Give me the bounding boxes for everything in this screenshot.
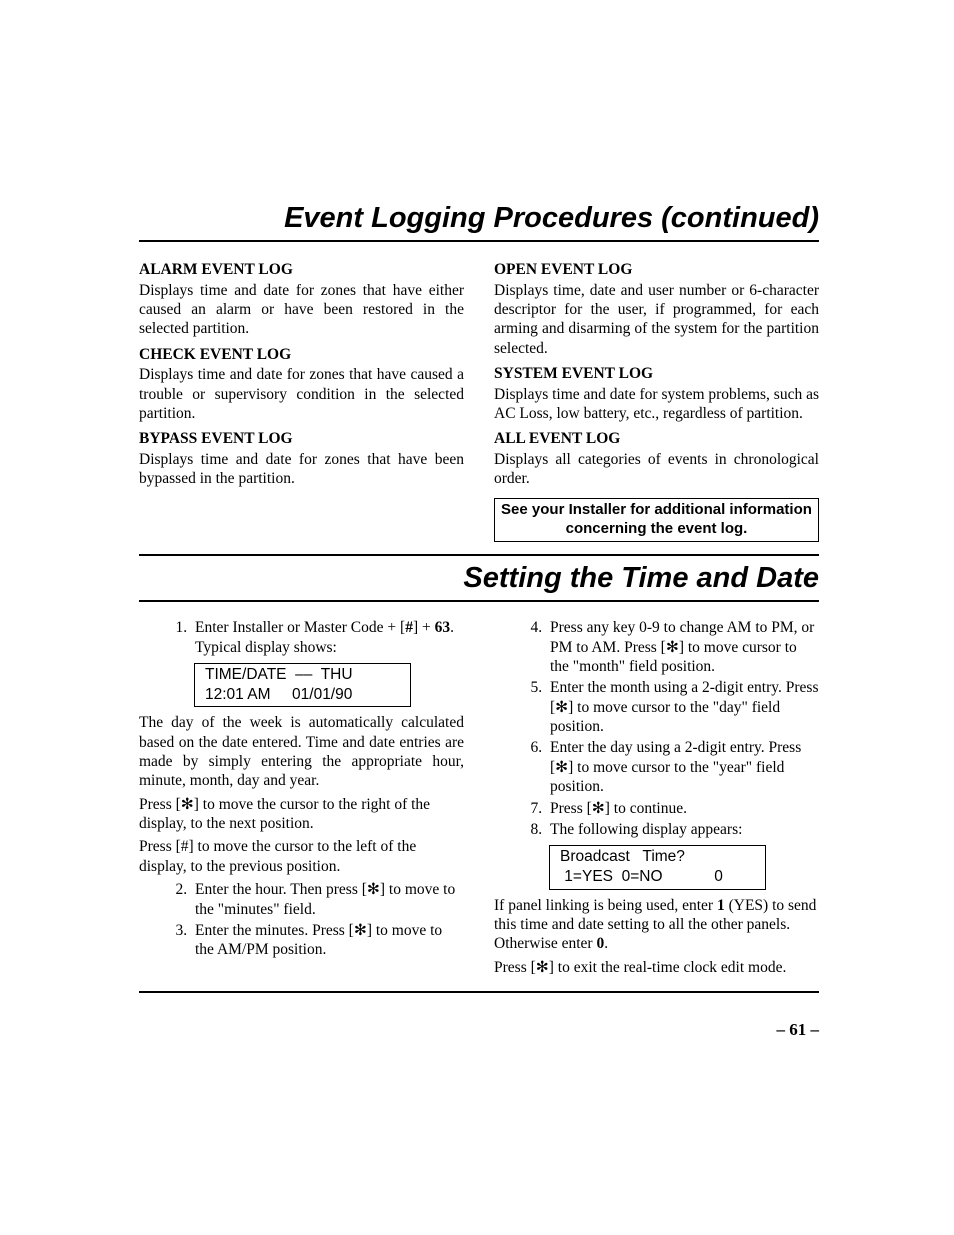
installer-note-box: See your Installer for additional inform…: [494, 498, 819, 542]
keypad-display-broadcast: Broadcast Time? 1=YES 0=NO 0: [549, 845, 766, 889]
subhead-check-event-log: CHECK EVENT LOG: [139, 345, 464, 364]
display-line-1: TIME/DATE –– THU: [205, 666, 353, 683]
list-item: Enter the hour. Then press [✻] to move t…: [191, 880, 464, 919]
bottom-rule: [139, 991, 819, 993]
paragraph: Displays time and date for zones that ha…: [139, 365, 464, 423]
paragraph: The day of the week is automatically cal…: [139, 713, 464, 791]
list-item: The following display appears:: [546, 820, 819, 839]
section-heading-event-logging: Event Logging Procedures (continued): [139, 200, 819, 242]
list-item: Enter the month using a 2-digit entry. P…: [546, 678, 819, 736]
text-run: ] +: [413, 619, 435, 636]
ordered-list-left: Enter Installer or Master Code + [#] + 6…: [139, 618, 464, 657]
ordered-list-left-cont: Enter the hour. Then press [✻] to move t…: [139, 880, 464, 960]
list-item: Press any key 0-9 to change AM to PM, or…: [546, 618, 819, 676]
paragraph: Press [#] to move the cursor to the left…: [139, 837, 464, 876]
display-line-1: Broadcast Time?: [560, 848, 685, 865]
right-column-1: OPEN EVENT LOG Displays time, date and u…: [494, 254, 819, 542]
right-column-2: Press any key 0-9 to change AM to PM, or…: [494, 618, 819, 981]
paragraph: Displays time and date for zones that ha…: [139, 450, 464, 489]
paragraph: Displays time and date for system proble…: [494, 385, 819, 424]
subhead-all-event-log: ALL EVENT LOG: [494, 429, 819, 448]
list-item: Enter the day using a 2-digit entry. Pre…: [546, 738, 819, 796]
list-item: Enter the minutes. Press [✻] to move to …: [191, 921, 464, 960]
paragraph: Displays time and date for zones that ha…: [139, 281, 464, 339]
paragraph: Displays time, date and user number or 6…: [494, 281, 819, 359]
list-item: Enter Installer or Master Code + [#] + 6…: [191, 618, 464, 657]
subhead-open-event-log: OPEN EVENT LOG: [494, 260, 819, 279]
ordered-list-right: Press any key 0-9 to change AM to PM, or…: [494, 618, 819, 839]
display-line-2: 1=YES 0=NO 0: [560, 868, 723, 885]
subhead-bypass-event-log: BYPASS EVENT LOG: [139, 429, 464, 448]
two-column-layout-1: ALARM EVENT LOG Displays time and date f…: [139, 254, 819, 542]
text-run: If panel linking is being used, enter: [494, 897, 717, 914]
keypad-display-time-date: TIME/DATE –– THU 12:01 AM 01/01/90: [194, 663, 411, 707]
page-number: – 61 –: [777, 1019, 820, 1040]
paragraph: If panel linking is being used, enter 1 …: [494, 896, 819, 954]
paragraph: Press [✻] to move the cursor to the righ…: [139, 795, 464, 834]
hash-key: #: [405, 619, 413, 636]
two-column-layout-2: Enter Installer or Master Code + [#] + 6…: [139, 618, 819, 981]
display-line-2: 12:01 AM 01/01/90: [205, 686, 352, 703]
section-heading-setting-time-date: Setting the Time and Date: [139, 554, 819, 602]
document-page: Event Logging Procedures (continued) ALA…: [0, 0, 954, 1235]
subhead-system-event-log: SYSTEM EVENT LOG: [494, 364, 819, 383]
text-run: .: [604, 935, 608, 952]
paragraph: Press [✻] to exit the real-time clock ed…: [494, 958, 819, 977]
code-63: 63: [435, 619, 451, 636]
list-item: Press [✻] to continue.: [546, 799, 819, 818]
text-run: Enter Installer or Master Code + [: [195, 619, 405, 636]
subhead-alarm-event-log: ALARM EVENT LOG: [139, 260, 464, 279]
left-column-1: ALARM EVENT LOG Displays time and date f…: [139, 254, 464, 542]
paragraph: Displays all categories of events in chr…: [494, 450, 819, 489]
value-1: 1: [717, 897, 725, 914]
left-column-2: Enter Installer or Master Code + [#] + 6…: [139, 618, 464, 981]
